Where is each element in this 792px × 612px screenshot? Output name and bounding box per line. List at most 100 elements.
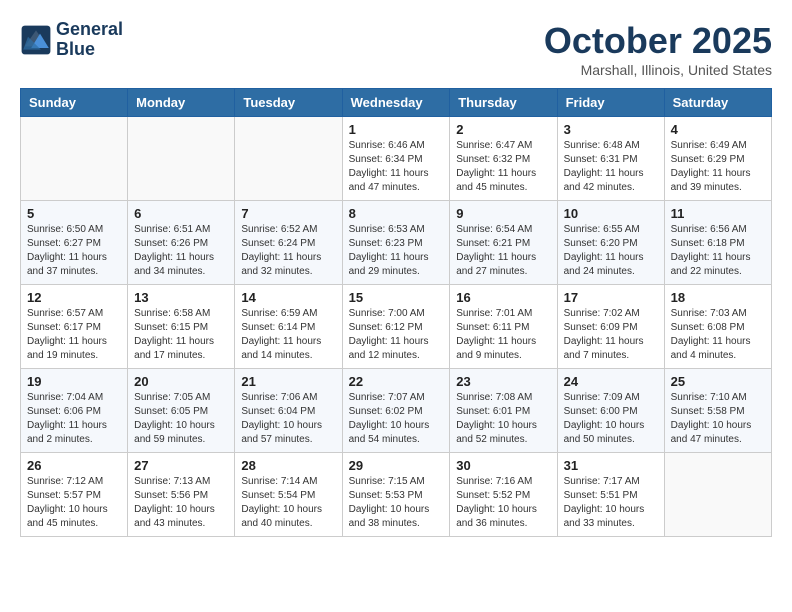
calendar-cell (235, 117, 342, 201)
calendar-cell: 27Sunrise: 7:13 AM Sunset: 5:56 PM Dayli… (128, 453, 235, 537)
calendar-cell: 31Sunrise: 7:17 AM Sunset: 5:51 PM Dayli… (557, 453, 664, 537)
day-info: Sunrise: 6:50 AM Sunset: 6:27 PM Dayligh… (27, 223, 121, 279)
calendar-cell: 24 Sunrise: 7:09 AM Sunset: 6:00 PM Dayli… (557, 369, 664, 453)
day-number: 3 (564, 122, 658, 137)
day-number: 17 (564, 290, 658, 305)
calendar-table: SundayMondayTuesdayWednesdayThursdayFrid… (20, 88, 772, 537)
day-number: 22 (349, 374, 444, 389)
day-number: 2 (456, 122, 550, 137)
weekday-header-row: SundayMondayTuesdayWednesdayThursdayFrid… (21, 89, 772, 117)
calendar-cell (21, 117, 128, 201)
calendar-cell: 7 Sunrise: 6:52 AM Sunset: 6:24 PM Daylig… (235, 201, 342, 285)
calendar-week-row: 1 Sunrise: 6:46 AM Sunset: 6:34 PM Daylig… (21, 117, 772, 201)
calendar-cell: 12 Sunrise: 6:57 AM Sunset: 6:17 PM Dayli… (21, 285, 128, 369)
weekday-header-sunday: Sunday (21, 89, 128, 117)
day-number: 31 (564, 458, 658, 473)
day-number: 8 (349, 206, 444, 221)
day-info: Sunrise: 6:52 AM Sunset: 6:24 PM Dayligh… (241, 223, 335, 279)
calendar-cell: 16 Sunrise: 7:01 AM Sunset: 6:11 PM Dayli… (450, 285, 557, 369)
day-info: Sunrise: 6:49 AM Sunset: 6:29 PM Dayligh… (671, 139, 765, 195)
calendar-cell: 30Sunrise: 7:16 AM Sunset: 5:52 PM Dayli… (450, 453, 557, 537)
calendar-cell: 2 Sunrise: 6:47 AM Sunset: 6:32 PM Daylig… (450, 117, 557, 201)
calendar-cell: 14Sunrise: 6:59 AM Sunset: 6:14 PM Dayli… (235, 285, 342, 369)
calendar-cell: 17 Sunrise: 7:02 AM Sunset: 6:09 PM Dayli… (557, 285, 664, 369)
day-info: Sunrise: 7:14 AM Sunset: 5:54 PM Dayligh… (241, 475, 335, 531)
calendar-cell: 9 Sunrise: 6:54 AM Sunset: 6:21 PM Daylig… (450, 201, 557, 285)
calendar-cell: 29 Sunrise: 7:15 AM Sunset: 5:53 PM Dayli… (342, 453, 450, 537)
calendar-cell: 11 Sunrise: 6:56 AM Sunset: 6:18 PM Dayli… (664, 201, 771, 285)
page-header: General Blue October 2025 Marshall, Illi… (20, 20, 772, 78)
day-number: 6 (134, 206, 228, 221)
day-info: Sunrise: 7:02 AM Sunset: 6:09 PM Dayligh… (564, 307, 658, 363)
weekday-header-thursday: Thursday (450, 89, 557, 117)
calendar-cell: 21 Sunrise: 7:06 AM Sunset: 6:04 PM Dayli… (235, 369, 342, 453)
day-info: Sunrise: 6:55 AM Sunset: 6:20 PM Dayligh… (564, 223, 658, 279)
day-info: Sunrise: 7:03 AM Sunset: 6:08 PM Dayligh… (671, 307, 765, 363)
day-info: Sunrise: 7:01 AM Sunset: 6:11 PM Dayligh… (456, 307, 550, 363)
day-info: Sunrise: 6:54 AM Sunset: 6:21 PM Dayligh… (456, 223, 550, 279)
day-info: Sunrise: 7:00 AM Sunset: 6:12 PM Dayligh… (349, 307, 444, 363)
day-number: 9 (456, 206, 550, 221)
calendar-cell: 18 Sunrise: 7:03 AM Sunset: 6:08 PM Dayli… (664, 285, 771, 369)
day-number: 10 (564, 206, 658, 221)
calendar-cell: 28 Sunrise: 7:14 AM Sunset: 5:54 PM Dayli… (235, 453, 342, 537)
weekday-header-wednesday: Wednesday (342, 89, 450, 117)
day-info: Sunrise: 6:59 AM Sunset: 6:14 PM Dayligh… (241, 307, 335, 363)
calendar-cell: 8Sunrise: 6:53 AM Sunset: 6:23 PM Daylig… (342, 201, 450, 285)
day-number: 29 (349, 458, 444, 473)
day-info: Sunrise: 7:06 AM Sunset: 6:04 PM Dayligh… (241, 391, 335, 447)
logo: General Blue (20, 20, 123, 60)
calendar-cell: 26Sunrise: 7:12 AM Sunset: 5:57 PM Dayli… (21, 453, 128, 537)
day-number: 12 (27, 290, 121, 305)
calendar-cell: 25 Sunrise: 7:10 AM Sunset: 5:58 PM Dayli… (664, 369, 771, 453)
calendar-cell (664, 453, 771, 537)
day-number: 16 (456, 290, 550, 305)
weekday-header-tuesday: Tuesday (235, 89, 342, 117)
day-info: Sunrise: 7:05 AM Sunset: 6:05 PM Dayligh… (134, 391, 228, 447)
day-info: Sunrise: 6:48 AM Sunset: 6:31 PM Dayligh… (564, 139, 658, 195)
day-info: Sunrise: 7:09 AM Sunset: 6:00 PM Dayligh… (564, 391, 658, 447)
calendar-cell: 10 Sunrise: 6:55 AM Sunset: 6:20 PM Dayli… (557, 201, 664, 285)
day-info: Sunrise: 7:10 AM Sunset: 5:58 PM Dayligh… (671, 391, 765, 447)
calendar-cell: 23Sunrise: 7:08 AM Sunset: 6:01 PM Dayli… (450, 369, 557, 453)
calendar-cell: 3 Sunrise: 6:48 AM Sunset: 6:31 PM Daylig… (557, 117, 664, 201)
location: Marshall, Illinois, United States (544, 62, 772, 78)
logo-icon (20, 24, 52, 56)
weekday-header-saturday: Saturday (664, 89, 771, 117)
calendar-cell: 22 Sunrise: 7:07 AM Sunset: 6:02 PM Dayli… (342, 369, 450, 453)
day-info: Sunrise: 6:57 AM Sunset: 6:17 PM Dayligh… (27, 307, 121, 363)
day-number: 18 (671, 290, 765, 305)
day-number: 11 (671, 206, 765, 221)
calendar-cell: 5 Sunrise: 6:50 AM Sunset: 6:27 PM Daylig… (21, 201, 128, 285)
day-number: 5 (27, 206, 121, 221)
day-number: 28 (241, 458, 335, 473)
day-info: Sunrise: 7:07 AM Sunset: 6:02 PM Dayligh… (349, 391, 444, 447)
day-info: Sunrise: 6:46 AM Sunset: 6:34 PM Dayligh… (349, 139, 444, 195)
day-number: 1 (349, 122, 444, 137)
calendar-week-row: 5 Sunrise: 6:50 AM Sunset: 6:27 PM Daylig… (21, 201, 772, 285)
day-info: Sunrise: 6:56 AM Sunset: 6:18 PM Dayligh… (671, 223, 765, 279)
day-info: Sunrise: 7:15 AM Sunset: 5:53 PM Dayligh… (349, 475, 444, 531)
day-number: 19 (27, 374, 121, 389)
day-number: 24 (564, 374, 658, 389)
calendar-cell: 4Sunrise: 6:49 AM Sunset: 6:29 PM Daylig… (664, 117, 771, 201)
day-info: Sunrise: 7:08 AM Sunset: 6:01 PM Dayligh… (456, 391, 550, 447)
weekday-header-monday: Monday (128, 89, 235, 117)
day-number: 21 (241, 374, 335, 389)
calendar-cell: 6 Sunrise: 6:51 AM Sunset: 6:26 PM Daylig… (128, 201, 235, 285)
day-info: Sunrise: 6:58 AM Sunset: 6:15 PM Dayligh… (134, 307, 228, 363)
calendar-cell: 15Sunrise: 7:00 AM Sunset: 6:12 PM Dayli… (342, 285, 450, 369)
calendar-cell: 20 Sunrise: 7:05 AM Sunset: 6:05 PM Dayli… (128, 369, 235, 453)
calendar-cell: 1 Sunrise: 6:46 AM Sunset: 6:34 PM Daylig… (342, 117, 450, 201)
day-number: 25 (671, 374, 765, 389)
day-number: 27 (134, 458, 228, 473)
day-number: 20 (134, 374, 228, 389)
calendar-week-row: 19Sunrise: 7:04 AM Sunset: 6:06 PM Dayli… (21, 369, 772, 453)
day-number: 7 (241, 206, 335, 221)
day-number: 13 (134, 290, 228, 305)
calendar-cell: 13 Sunrise: 6:58 AM Sunset: 6:15 PM Dayli… (128, 285, 235, 369)
day-info: Sunrise: 6:51 AM Sunset: 6:26 PM Dayligh… (134, 223, 228, 279)
day-info: Sunrise: 6:47 AM Sunset: 6:32 PM Dayligh… (456, 139, 550, 195)
day-info: Sunrise: 7:12 AM Sunset: 5:57 PM Dayligh… (27, 475, 121, 531)
title-block: October 2025 Marshall, Illinois, United … (544, 20, 772, 78)
